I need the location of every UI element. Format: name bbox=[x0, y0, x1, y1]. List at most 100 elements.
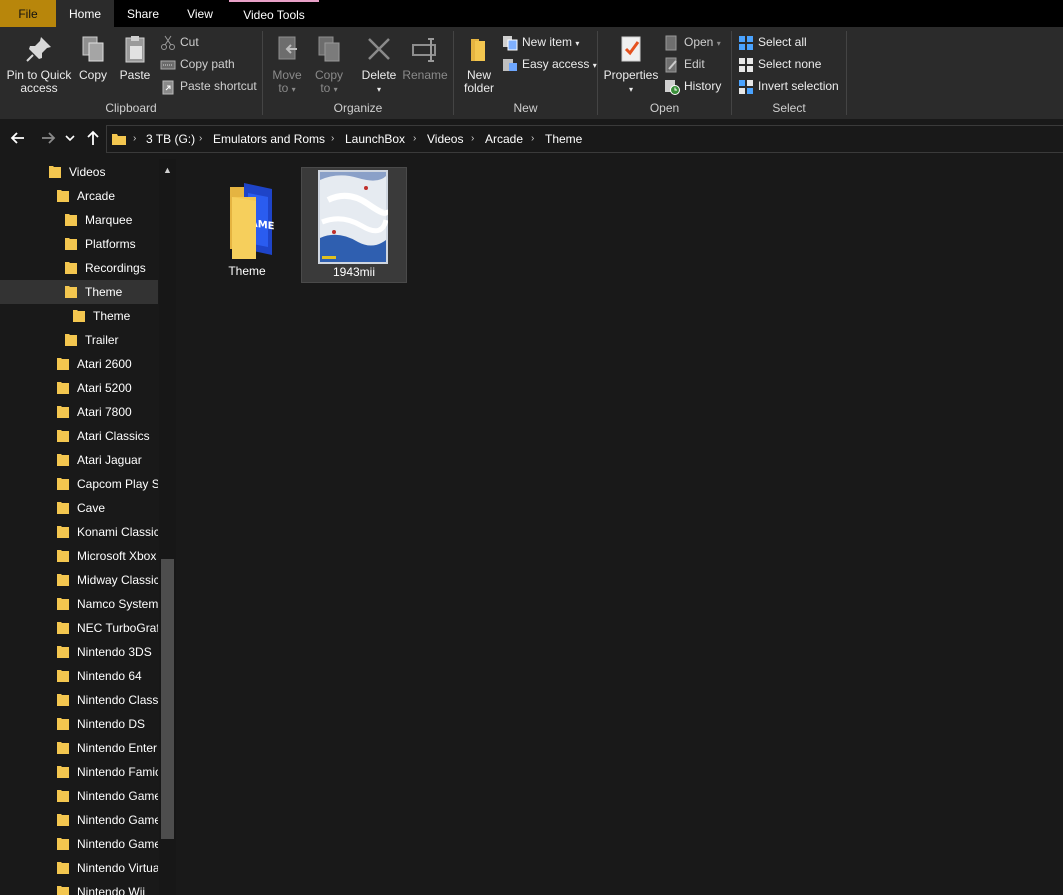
edit-label: Edit bbox=[684, 57, 705, 71]
tree-item[interactable]: Theme bbox=[0, 304, 158, 328]
tree-item[interactable]: Nintendo 64 bbox=[0, 664, 158, 688]
easy-access-button[interactable]: Easy access ▾ bbox=[502, 54, 597, 74]
edit-button[interactable]: Edit bbox=[664, 54, 705, 74]
move-to-label-line1: Move bbox=[272, 68, 302, 82]
up-arrow-icon[interactable] bbox=[82, 127, 104, 149]
forward-arrow-icon[interactable] bbox=[37, 127, 59, 149]
tree-item[interactable]: Recordings bbox=[0, 256, 158, 280]
paste-icon bbox=[125, 36, 145, 63]
breadcrumb-launchbox[interactable]: LaunchBox bbox=[345, 126, 405, 152]
copy-to-label-line1: Copy bbox=[314, 68, 343, 82]
invert-selection-button[interactable]: Invert selection bbox=[738, 76, 839, 96]
select-all-label: Select all bbox=[758, 35, 807, 49]
address-bar[interactable]: › 3 TB (G:) › Emulators and Roms › Launc… bbox=[106, 125, 1063, 153]
tree-item[interactable]: Konami Classics bbox=[0, 520, 158, 544]
folder-icon bbox=[57, 790, 69, 802]
folder-with-preview-icon: AME bbox=[230, 183, 275, 259]
scroll-up-arrow-icon[interactable]: ▲ bbox=[163, 165, 172, 175]
breadcrumb-chevron-icon: › bbox=[413, 133, 417, 144]
tab-file[interactable]: File bbox=[0, 0, 56, 27]
rename-label: Rename bbox=[402, 68, 448, 82]
new-folder-button[interactable]: New folder bbox=[458, 33, 500, 95]
select-group-label: Select bbox=[772, 101, 806, 115]
folder-icon bbox=[57, 358, 69, 370]
history-button[interactable]: History bbox=[664, 76, 721, 96]
tree-item-label: Nintendo Game bbox=[77, 813, 158, 827]
tree-item[interactable]: Nintendo Enter bbox=[0, 736, 158, 760]
tree-item[interactable]: Nintendo Virtua bbox=[0, 856, 158, 880]
breadcrumb-drive[interactable]: 3 TB (G:) bbox=[146, 126, 195, 152]
open-group-label: Open bbox=[649, 101, 680, 115]
new-item-button[interactable]: New item ▾ bbox=[502, 32, 579, 52]
tree-item[interactable]: Nintendo 3DS bbox=[0, 640, 158, 664]
folder-icon bbox=[57, 598, 69, 610]
tree-item[interactable]: Arcade bbox=[0, 184, 158, 208]
tree-item[interactable]: Nintendo Game bbox=[0, 808, 158, 832]
scrollbar-thumb[interactable] bbox=[161, 559, 174, 839]
cut-button[interactable]: Cut bbox=[160, 32, 199, 52]
video-item-1943mii[interactable]: 1943mii bbox=[301, 167, 407, 283]
breadcrumb-emulators-and-roms[interactable]: Emulators and Roms bbox=[213, 126, 325, 152]
tree-item[interactable]: Microsoft Xbox bbox=[0, 544, 158, 568]
paste-button[interactable]: Paste bbox=[116, 33, 154, 82]
tree-item[interactable]: Platforms bbox=[0, 232, 158, 256]
tree-item[interactable]: Nintendo DS bbox=[0, 712, 158, 736]
breadcrumb-theme[interactable]: Theme bbox=[545, 126, 582, 152]
delete-button[interactable]: Delete ▾ bbox=[359, 33, 399, 96]
tree-item[interactable]: Nintendo Famic bbox=[0, 760, 158, 784]
select-all-button[interactable]: Select all bbox=[738, 32, 807, 52]
delete-label: Delete bbox=[361, 68, 397, 82]
tab-home[interactable]: Home bbox=[56, 0, 114, 27]
tree-item[interactable]: NEC TurboGrafx bbox=[0, 616, 158, 640]
move-to-button[interactable]: Move to ▾ bbox=[267, 33, 307, 96]
recent-locations-chevron-icon[interactable] bbox=[62, 127, 78, 149]
open-button[interactable]: Open ▾ bbox=[664, 32, 721, 52]
tab-video-tools[interactable]: Video Tools bbox=[229, 0, 319, 27]
copy-icon bbox=[82, 36, 104, 62]
tree-item[interactable]: Atari Classics bbox=[0, 424, 158, 448]
navigation-bar: › 3 TB (G:) › Emulators and Roms › Launc… bbox=[0, 119, 1063, 159]
tab-view[interactable]: View bbox=[172, 0, 228, 27]
tree-item-label: Arcade bbox=[77, 189, 116, 203]
select-none-button[interactable]: Select none bbox=[738, 54, 821, 74]
tree-item[interactable]: Trailer bbox=[0, 328, 158, 352]
tree-item-label: Nintendo Game bbox=[77, 789, 158, 803]
folder-icon bbox=[57, 382, 69, 394]
breadcrumb-videos[interactable]: Videos bbox=[427, 126, 463, 152]
tree-item[interactable]: Videos bbox=[0, 160, 158, 184]
tree-item[interactable]: Nintendo Game bbox=[0, 784, 158, 808]
tree-item[interactable]: Nintendo Game bbox=[0, 832, 158, 856]
copy-to-button[interactable]: Copy to ▾ bbox=[309, 33, 349, 96]
select-none-icon bbox=[739, 57, 753, 72]
paste-shortcut-button[interactable]: Paste shortcut bbox=[160, 76, 257, 96]
tree-item[interactable]: Namco System bbox=[0, 592, 158, 616]
back-arrow-icon[interactable] bbox=[7, 127, 29, 149]
tree-item[interactable]: Atari 5200 bbox=[0, 376, 158, 400]
tree-item[interactable]: Atari 2600 bbox=[0, 352, 158, 376]
copy-label: Copy bbox=[78, 68, 107, 82]
properties-button[interactable]: Properties ▾ bbox=[602, 33, 660, 96]
folder-icon bbox=[57, 574, 69, 586]
tree-item[interactable]: Marquee bbox=[0, 208, 158, 232]
organize-group: Move to ▾ Copy to ▾ Delete ▾ Rename Orga… bbox=[263, 27, 453, 119]
tab-share[interactable]: Share bbox=[114, 0, 172, 27]
tree-item[interactable]: Nintendo Classi bbox=[0, 688, 158, 712]
tree-item[interactable]: Atari Jaguar bbox=[0, 448, 158, 472]
folder-item-theme[interactable]: AME Theme bbox=[194, 167, 300, 283]
copy-button[interactable]: Copy bbox=[76, 33, 110, 82]
file-list-view[interactable]: AME Theme 1943mii bbox=[177, 159, 1063, 895]
tree-item[interactable]: Midway Classic bbox=[0, 568, 158, 592]
rename-button[interactable]: Rename bbox=[401, 33, 449, 82]
tree-item[interactable]: Nintendo Wii bbox=[0, 880, 158, 895]
tree-item-label: Namco System bbox=[77, 597, 158, 611]
tree-item[interactable]: Cave bbox=[0, 496, 158, 520]
tree-item[interactable]: Capcom Play Sy bbox=[0, 472, 158, 496]
pin-to-quick-access-button[interactable]: Pin to Quick access bbox=[4, 33, 74, 95]
tree-item[interactable]: Atari 7800 bbox=[0, 400, 158, 424]
breadcrumb-arcade[interactable]: Arcade bbox=[485, 126, 523, 152]
tree-item[interactable]: Theme bbox=[0, 280, 158, 304]
delete-dropdown-icon: ▾ bbox=[376, 85, 381, 94]
new-folder-icon bbox=[471, 39, 485, 61]
copy-path-button[interactable]: Copy path bbox=[160, 54, 235, 74]
properties-dropdown-icon: ▾ bbox=[628, 85, 633, 94]
